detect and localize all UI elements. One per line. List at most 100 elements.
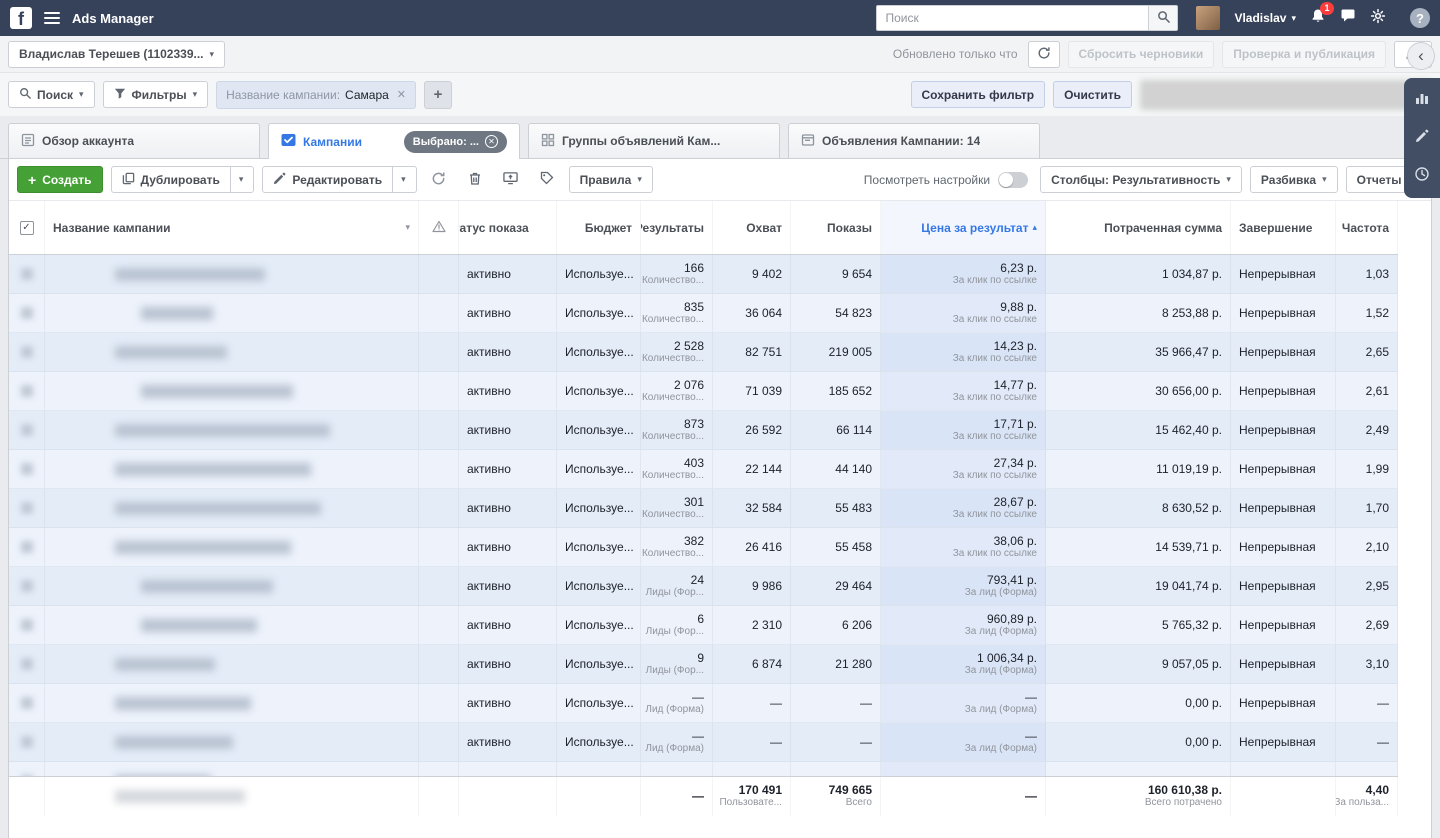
column-header-errors[interactable]: [419, 201, 459, 254]
settings-button[interactable]: [1370, 8, 1386, 29]
side-panel-buttons: [1404, 78, 1440, 198]
column-header-delivery-status[interactable]: Статус показа: [459, 201, 557, 254]
search-input[interactable]: [876, 5, 1149, 31]
row-checkbox[interactable]: [9, 567, 45, 605]
column-header-budget[interactable]: Бюджет: [557, 201, 641, 254]
row-checkbox[interactable]: [9, 684, 45, 722]
column-header-impressions[interactable]: Показы: [791, 201, 881, 254]
tab-ads[interactable]: Объявления Кампании: 14: [788, 123, 1040, 158]
campaign-row[interactable]: активно Используе... 382 Количество... 26 41…: [9, 528, 1398, 567]
campaign-row[interactable]: активно Используе... 873 Количество... 26 59…: [9, 411, 1398, 450]
chevron-down-icon: ▾: [1291, 12, 1296, 23]
campaign-row[interactable]: активно Используе... 2 076 Количество... 71 …: [9, 372, 1398, 411]
user-menu[interactable]: Vladislav ▾: [1234, 11, 1296, 25]
cell-results: 403 Количество...: [641, 450, 713, 488]
collapse-panel-button[interactable]: ‹: [1407, 42, 1435, 70]
campaign-row[interactable]: активно Используе... 403 Количество... 22 14…: [9, 450, 1398, 489]
cell-budget: Используе...: [557, 255, 641, 293]
select-all-checkbox[interactable]: ✓: [9, 201, 45, 254]
avatar[interactable]: [1196, 6, 1221, 30]
column-header-cost-per-result[interactable]: Цена за результат ▴: [881, 201, 1046, 254]
filters-button[interactable]: Фильтры ▾: [102, 81, 209, 108]
duplicate-button[interactable]: Дублировать ▾: [110, 166, 255, 193]
discard-drafts-button[interactable]: Сбросить черновики: [1067, 40, 1215, 68]
tab-ad-sets[interactable]: Группы объявлений Кам...: [528, 123, 780, 158]
selected-count-badge[interactable]: Выбрано: ... ✕: [403, 130, 507, 153]
rules-button[interactable]: Правила ▾: [568, 166, 653, 193]
row-checkbox[interactable]: [9, 450, 45, 488]
chevron-down-icon: ▾: [238, 174, 244, 184]
delete-button[interactable]: [461, 166, 489, 193]
campaign-row[interactable]: активно Используе... — Лид (Форма) — — — За лид…: [9, 723, 1398, 762]
row-checkbox[interactable]: [9, 294, 45, 332]
row-checkbox[interactable]: [9, 411, 45, 449]
add-filter-button[interactable]: +: [424, 80, 453, 109]
row-checkbox[interactable]: [9, 723, 45, 761]
column-header-amount-spent[interactable]: Потраченная сумма: [1046, 201, 1231, 254]
row-checkbox[interactable]: [9, 489, 45, 527]
column-header-reach[interactable]: Охват: [713, 201, 791, 254]
charts-button[interactable]: [1412, 90, 1432, 110]
row-checkbox[interactable]: [9, 372, 45, 410]
column-header-campaign-name[interactable]: Название кампании ▾: [45, 201, 419, 254]
account-selector[interactable]: Владислав Терешев (1102339... ▾: [8, 40, 226, 68]
cell-ends: Непрерывная: [1231, 255, 1336, 293]
support-inbox-button[interactable]: [1340, 8, 1356, 28]
row-checkbox[interactable]: [9, 528, 45, 566]
row-checkbox[interactable]: [9, 606, 45, 644]
row-checkbox[interactable]: [9, 762, 45, 776]
notifications-button[interactable]: 1: [1310, 1, 1334, 29]
cell-cost-per-result: 6,23 р. За клик по ссылке: [881, 255, 1046, 293]
create-button[interactable]: + Создать: [17, 166, 103, 193]
row-checkbox[interactable]: [9, 333, 45, 371]
cell-cost-per-result: 28,67 р. За клик по ссылке: [881, 489, 1046, 527]
edit-panel-button[interactable]: [1412, 128, 1432, 148]
cell-ends: Непрерывная: [1231, 762, 1336, 776]
revert-button[interactable]: [425, 166, 453, 193]
tab-campaigns[interactable]: Кампании Выбрано: ... ✕: [268, 123, 520, 159]
campaign-row[interactable]: активно Используе... 6 Лиды (Фор... 2 310 6 2…: [9, 606, 1398, 645]
column-header-ends[interactable]: Завершение: [1231, 201, 1336, 254]
columns-button[interactable]: Столбцы: Результативность ▾: [1040, 166, 1242, 193]
campaign-row[interactable]: активно Используе... — Лид (Форма) — — — За лид…: [9, 684, 1398, 723]
help-button[interactable]: ?: [1410, 8, 1430, 28]
cell-ends: Непрерывная: [1231, 411, 1336, 449]
clear-selection-icon[interactable]: ✕: [485, 135, 498, 148]
search-button[interactable]: [1148, 5, 1179, 31]
edit-button[interactable]: Редактировать ▾: [262, 166, 417, 193]
campaign-row[interactable]: активно Используе... 2 528 Количество... 82 …: [9, 333, 1398, 372]
column-header-results[interactable]: Результаты: [641, 201, 713, 254]
clear-filter-button[interactable]: Очистить: [1053, 81, 1132, 108]
row-checkbox[interactable]: [9, 645, 45, 683]
cell-results: 6 Лиды (Фор...: [641, 606, 713, 644]
campaign-row[interactable]: активноИспользуе...1 3549 38630 286 1 183…: [9, 762, 1398, 776]
campaign-row[interactable]: активно Используе... 835 Количество... 36 06…: [9, 294, 1398, 333]
cell-budget: Используе...: [557, 762, 641, 776]
campaign-row[interactable]: активно Используе... 301 Количество... 32 58…: [9, 489, 1398, 528]
history-button[interactable]: [1412, 166, 1432, 186]
preview-button[interactable]: [497, 166, 525, 193]
row-checkbox[interactable]: [9, 255, 45, 293]
search-filter-button[interactable]: Поиск ▾: [8, 81, 95, 108]
campaign-row[interactable]: активно Используе... 166 Количество... 9 402…: [9, 255, 1398, 294]
facebook-logo[interactable]: f: [10, 7, 32, 29]
tab-account-overview[interactable]: Обзор аккаунта: [8, 123, 260, 158]
date-range-selector-blurred[interactable]: [1140, 79, 1432, 110]
campaign-row[interactable]: активно Используе... 24 Лиды (Фор... 9 986 29…: [9, 567, 1398, 606]
breakdown-button[interactable]: Разбивка ▾: [1249, 166, 1338, 193]
menu-icon[interactable]: [44, 12, 60, 24]
funnel-icon: [114, 87, 126, 102]
column-header-frequency[interactable]: Частота: [1336, 201, 1398, 254]
app-title: Ads Manager: [72, 10, 154, 26]
filter-chip-campaign-name[interactable]: Название кампании: Самара ✕: [216, 80, 417, 109]
refresh-button[interactable]: [1027, 40, 1060, 68]
cell-frequency: 2,65: [1336, 333, 1398, 371]
campaign-row[interactable]: активно Используе... 9 Лиды (Фор... 6 874 21 …: [9, 645, 1398, 684]
save-filter-button[interactable]: Сохранить фильтр: [910, 81, 1046, 108]
remove-filter-icon[interactable]: ✕: [397, 88, 406, 101]
tag-button[interactable]: [533, 166, 561, 193]
view-settings-toggle[interactable]: [998, 171, 1029, 188]
review-publish-button[interactable]: Проверка и публикация: [1222, 40, 1386, 68]
cell-budget: Используе...: [557, 528, 641, 566]
cell-amount-spent: 14 539,71 р.: [1046, 528, 1231, 566]
